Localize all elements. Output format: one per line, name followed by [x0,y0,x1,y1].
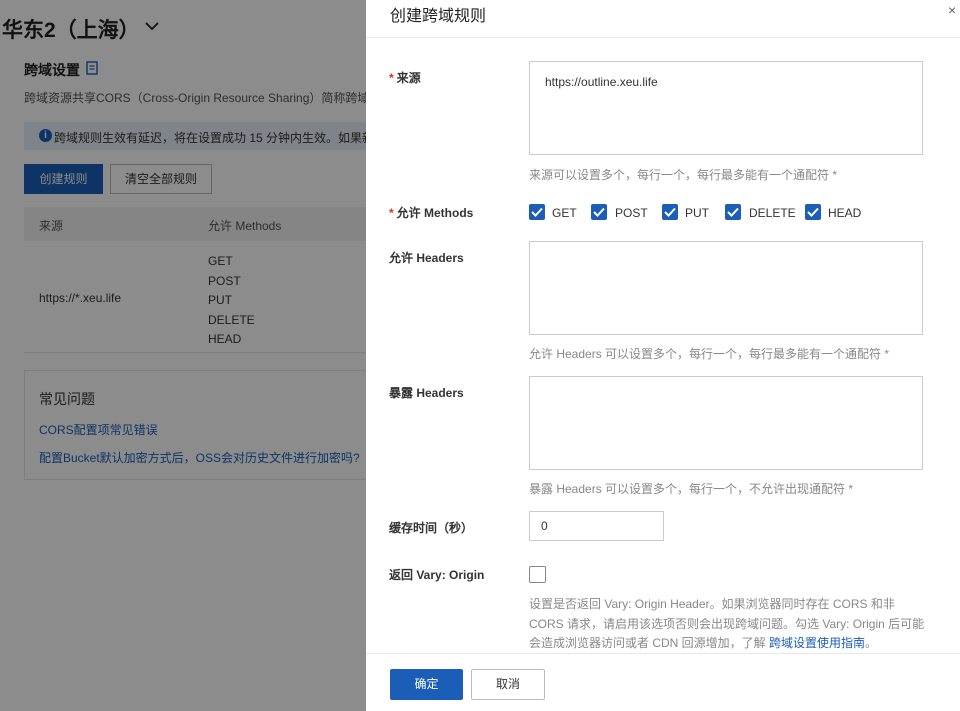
checkmark-icon [531,207,543,217]
checkbox-label-delete[interactable]: DELETE [749,206,796,220]
origin-label: * 来源 [389,69,421,86]
cache-time-label: 缓存时间（秒） [389,521,474,535]
origin-help-text: 来源可以设置多个，每行一个，每行最多能有一个通配符 * [529,168,838,182]
required-mark: * [389,71,394,85]
checkmark-icon [593,207,605,217]
allow-headers-help-text: 允许 Headers 可以设置多个，每行一个，每行最多能有一个通配符 * [529,347,890,361]
cors-guide-link[interactable]: 跨域设置使用指南 [769,636,865,650]
checkbox-put[interactable] [662,204,678,220]
drawer-title: 创建跨域规则 [390,8,487,25]
expose-headers-help-text: 暴露 Headers 可以设置多个，每行一个，不允许出现通配符 * [529,482,854,496]
divider [366,37,960,38]
allow-headers-textarea[interactable] [529,241,923,335]
origin-textarea[interactable]: https://outline.xeu.life [529,61,923,155]
cancel-button[interactable]: 取消 [471,669,545,700]
vary-origin-description-end: 。 [865,636,878,650]
methods-label-text: 允许 Methods [396,206,474,220]
checkbox-get[interactable] [529,204,545,220]
checkbox-head[interactable] [805,204,821,220]
checkmark-icon [664,207,676,217]
confirm-button[interactable]: 确定 [390,669,463,700]
checkbox-delete[interactable] [725,204,741,220]
checkbox-post[interactable] [591,204,607,220]
methods-label: * 允许 Methods [389,204,473,221]
expose-headers-textarea[interactable] [529,376,923,470]
create-cors-rule-drawer: 创建跨域规则 × * 来源 https://outline.xeu.life 来源… [366,0,960,711]
required-mark: * [389,206,394,220]
checkbox-label-get[interactable]: GET [552,206,577,220]
checkbox-label-head[interactable]: HEAD [828,206,861,220]
cache-time-input[interactable]: 0 [529,511,664,541]
vary-origin-description: 设置是否返回 Vary: Origin Header。如果浏览器同时存在 COR… [529,595,929,654]
divider [366,653,960,654]
checkmark-icon [727,207,739,217]
expose-headers-label: 暴露 Headers [389,386,464,400]
allow-headers-label: 允许 Headers [389,251,464,265]
close-icon[interactable]: × [948,2,956,18]
vary-origin-checkbox[interactable] [529,566,546,583]
checkmark-icon [807,207,819,217]
vary-origin-label: 返回 Vary: Origin [389,568,485,582]
checkbox-label-post[interactable]: POST [615,206,648,220]
origin-label-text: 来源 [396,71,421,85]
checkbox-label-put[interactable]: PUT [685,206,709,220]
modal-overlay[interactable] [0,0,366,711]
